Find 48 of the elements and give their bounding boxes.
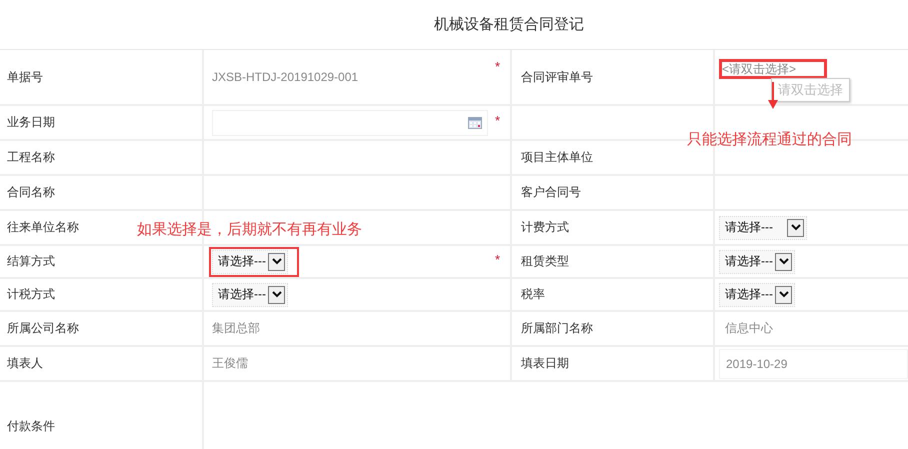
annotation-note: 只能选择流程通过的合同	[687, 130, 852, 149]
field-label: 计税方式	[7, 286, 55, 303]
dropdown-button[interactable]	[787, 218, 804, 236]
dropdown-button[interactable]	[775, 252, 792, 270]
required-mark: *	[494, 252, 500, 266]
field-label: 所属部门名称	[521, 320, 593, 337]
dropdown-button[interactable]	[775, 286, 792, 304]
select-field[interactable]: 请选择---	[719, 282, 795, 306]
select-field[interactable]: 请选择---	[212, 282, 288, 306]
field-label: 客户合同号	[521, 184, 581, 201]
field-label: 合同名称	[7, 184, 55, 201]
field-label: 填表日期	[521, 355, 569, 372]
date-field[interactable]	[212, 110, 488, 136]
field-label: 填表人	[7, 355, 43, 372]
field-label: 税率	[521, 286, 545, 303]
field-label: 所属公司名称	[7, 320, 79, 337]
select-field[interactable]: 请选择---	[719, 216, 807, 240]
annotation-note: 如果选择是，后期就不有再有业务	[137, 220, 362, 239]
tooltip: 请双击选择	[771, 78, 850, 102]
field-label: 往来单位名称	[7, 219, 79, 236]
field-label: 工程名称	[7, 149, 55, 166]
field-label: 合同评审单号	[521, 68, 593, 86]
field-label: 租赁类型	[521, 253, 569, 270]
required-mark: *	[494, 59, 500, 74]
chevron-down-icon	[778, 258, 788, 265]
chevron-down-icon	[790, 224, 800, 231]
field-label: 结算方式	[7, 253, 55, 270]
field-value: 集团总部	[212, 320, 260, 337]
form-title: 机械设备租赁合同登记	[0, 0, 908, 50]
select-field[interactable]: 请选择---	[212, 250, 288, 274]
dropdown-button[interactable]	[268, 252, 285, 270]
chevron-down-icon	[272, 258, 282, 265]
chevron-down-icon	[272, 291, 282, 298]
required-mark: *	[494, 112, 500, 128]
select-field[interactable]: 请选择---	[719, 250, 795, 274]
field-label: 项目主体单位	[521, 149, 593, 166]
field-value: JXSB-HTDJ-20191029-001	[212, 70, 358, 84]
field-label: 计费方式	[521, 219, 569, 236]
chevron-down-icon	[778, 291, 788, 298]
field-value: 王俊儒	[212, 355, 248, 372]
field-label: 付款条件	[7, 418, 55, 435]
date-field[interactable]: 2019-10-29	[719, 348, 908, 378]
calendar-icon[interactable]	[468, 116, 482, 128]
field-label: 单据号	[7, 68, 43, 86]
field-label: 业务日期	[7, 114, 55, 131]
dropdown-button[interactable]	[268, 286, 285, 304]
annotation-arrow	[768, 82, 778, 109]
field-value: 信息中心	[724, 320, 773, 337]
